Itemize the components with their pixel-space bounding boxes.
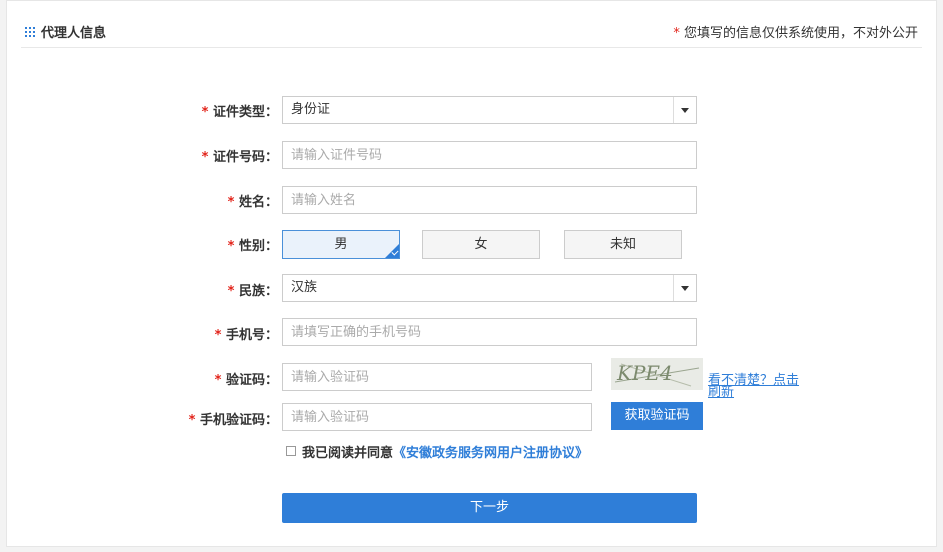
id-type-label: * 证件类型： (7, 101, 278, 120)
agreement-link[interactable]: 《安徽政务服务网用户注册协议》 (393, 446, 588, 461)
ethnicity-select[interactable]: 汉族 (282, 274, 697, 302)
captcha-label: * 验证码： (7, 369, 278, 388)
ethnicity-value: 汉族 (291, 280, 318, 295)
id-type-value: 身份证 (291, 102, 331, 117)
gender-option-unknown[interactable]: 未知 (564, 230, 682, 259)
gender-option-female-label: 女 (474, 237, 488, 252)
phone-label: * 手机号： (7, 324, 278, 343)
get-code-button[interactable]: 获取验证码 (611, 402, 703, 430)
required-star: * (201, 150, 209, 165)
grid-icon (25, 27, 35, 37)
id-type-label-text: 证件类型： (212, 105, 278, 120)
sms-code-label: * 手机验证码： (7, 409, 278, 428)
required-star: * (227, 239, 235, 254)
sms-code-input[interactable] (282, 403, 592, 431)
required-star: * (201, 105, 209, 120)
next-button[interactable]: 下一步 (282, 493, 697, 523)
id-type-select[interactable]: 身份证 (282, 96, 697, 124)
gender-option-unknown-label: 未知 (609, 237, 636, 252)
gender-label-text: 性别： (238, 239, 278, 254)
gender-option-male-label: 男 (334, 237, 348, 252)
captcha-image[interactable]: KPE4 (611, 358, 703, 390)
privacy-note: * 您填写的信息仅供系统使用，不对外公开 (673, 22, 918, 41)
required-star: * (214, 328, 222, 343)
name-label: * 姓名： (7, 191, 278, 210)
required-star: * (214, 373, 222, 388)
chevron-down-icon[interactable] (673, 275, 696, 301)
captcha-graphic: KPE4 (614, 361, 700, 387)
chevron-down-icon[interactable] (673, 97, 696, 123)
privacy-note-text: 您填写的信息仅供系统使用，不对外公开 (683, 26, 918, 41)
captcha-label-text: 验证码： (225, 373, 278, 388)
id-number-label: * 证件号码： (7, 146, 278, 165)
gender-option-male[interactable]: 男 (282, 230, 400, 259)
captcha-text: KPE4 (616, 361, 673, 385)
required-star: * (227, 284, 235, 299)
ethnicity-label: * 民族： (7, 280, 278, 299)
gender-label: * 性别： (7, 235, 278, 254)
agent-info-panel: 代理人信息 * 您填写的信息仅供系统使用，不对外公开 * 证件类型： 身份证 *… (6, 0, 937, 547)
sms-code-label-text: 手机验证码： (199, 413, 278, 428)
captcha-refresh-link[interactable]: 看不清楚？点击刷新 (708, 374, 800, 399)
required-star: * (227, 195, 235, 210)
phone-label-text: 手机号： (225, 328, 278, 343)
gender-option-female[interactable]: 女 (422, 230, 540, 259)
id-number-label-text: 证件号码： (212, 150, 278, 165)
required-star: * (188, 413, 196, 428)
section-title: 代理人信息 (41, 26, 107, 41)
agreement-checkbox[interactable] (286, 446, 296, 456)
ethnicity-label-text: 民族： (238, 284, 278, 299)
id-number-input[interactable] (282, 141, 697, 169)
phone-input[interactable] (282, 318, 697, 346)
agreement-row: 我已阅读并同意《安徽政务服务网用户注册协议》 (286, 442, 588, 461)
agreement-text: 我已阅读并同意 (302, 446, 394, 461)
captcha-input[interactable] (282, 363, 592, 391)
header-divider (21, 47, 922, 48)
name-input[interactable] (282, 186, 697, 214)
required-star: * (673, 26, 680, 41)
check-icon (385, 244, 399, 258)
name-label-text: 姓名： (238, 195, 278, 210)
